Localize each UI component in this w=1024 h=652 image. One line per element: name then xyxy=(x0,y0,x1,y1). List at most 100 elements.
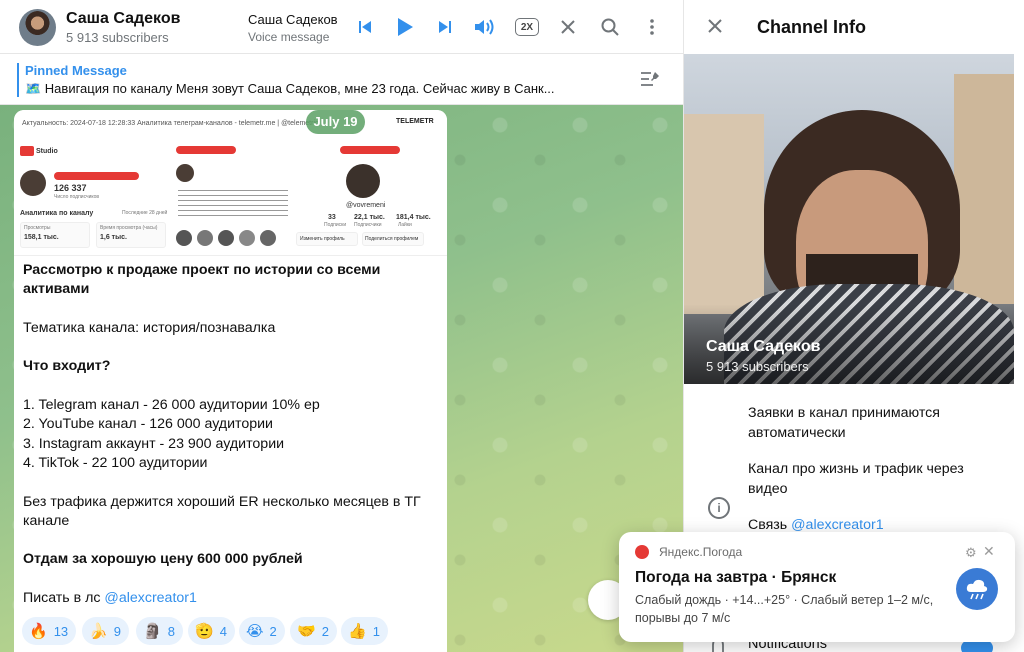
reaction-chip[interactable]: 🔥 13 xyxy=(22,617,77,645)
close-icon[interactable] xyxy=(708,19,722,38)
chat-title[interactable]: Саша Садеков xyxy=(66,10,180,28)
volume-icon[interactable] xyxy=(472,14,498,40)
studio-label: Studio xyxy=(36,148,58,155)
channel-description: Заявки в канал принимаются автоматически… xyxy=(748,404,1003,536)
instagram-highlights xyxy=(176,230,286,246)
tiktok-handle: @vovremeni xyxy=(346,202,386,209)
pinned-list-icon[interactable] xyxy=(640,70,660,93)
youtube-subs-caption: Число подписчиков xyxy=(54,194,100,200)
reaction-emoji: 🍌 xyxy=(89,622,108,640)
tiktok-avatar xyxy=(346,164,380,198)
tiktok-stat-following-label: Подписки xyxy=(324,222,347,228)
post-list-item: 2. YouTube канал - 126 000 аудитории xyxy=(23,416,273,433)
reaction-count: 13 xyxy=(53,623,69,639)
reaction-chip[interactable]: 😭 2 xyxy=(239,617,285,645)
channel-photo[interactable]: Саша Садеков 5 913 subscribers xyxy=(684,54,1014,384)
post-paragraph: Без трафика держится хороший ER нескольк… xyxy=(23,493,421,529)
tiktok-edit-profile-label: Изменить профиль xyxy=(300,236,345,242)
post-paragraph: Тематика канала: история/познавалка xyxy=(23,319,276,336)
instagram-avatar xyxy=(176,164,194,182)
play-icon[interactable] xyxy=(392,14,418,40)
reaction-count: 9 xyxy=(113,623,121,639)
notification-title: Погода на завтра · Брянск xyxy=(635,569,837,586)
post-paragraph: Отдам за хорошую цену 600 000 рублей xyxy=(23,551,303,568)
instagram-bio xyxy=(178,190,288,216)
player-title[interactable]: Саша Садеков xyxy=(248,12,338,27)
player-subtitle: Voice message xyxy=(248,30,330,44)
reaction-chip[interactable]: 👍 1 xyxy=(341,617,388,645)
building xyxy=(954,74,1014,304)
watch-label: Время просмотра (часы) xyxy=(100,225,158,231)
reaction-emoji: 🫡 xyxy=(195,622,214,640)
tiktok-stat-followers: 22,1 тыс. xyxy=(354,214,385,221)
search-icon[interactable] xyxy=(597,14,623,40)
reaction-emoji: 👍 xyxy=(348,622,367,640)
close-icon[interactable] xyxy=(555,14,581,40)
skip-previous-icon[interactable] xyxy=(352,14,378,40)
close-icon[interactable]: ✕ xyxy=(983,543,995,560)
gear-icon[interactable]: ⚙ xyxy=(965,545,977,561)
yandex-weather-logo-icon xyxy=(635,545,649,559)
post-paragraph: Рассмотрю к продаже проект по истории со… xyxy=(23,262,381,298)
post-paragraph: Что входит? xyxy=(23,358,111,375)
tiktok-stat-likes-label: Лайки xyxy=(398,222,412,228)
contact-prefix: Писать в лс xyxy=(23,590,105,607)
pinned-indicator xyxy=(17,63,19,97)
chat-subscribers: 5 913 subscribers xyxy=(66,30,169,45)
analytics-label: Аналитика по каналу xyxy=(20,210,94,217)
analytics-period: Последние 28 дней xyxy=(122,210,168,216)
tiktok-stat-likes: 181,4 тыс. xyxy=(396,214,431,221)
post-image[interactable]: Актуальность: 2024-07-18 12:28:33 Аналит… xyxy=(14,110,447,256)
channel-name: Саша Садеков xyxy=(706,338,821,355)
telemetr-logo: TELEMETR xyxy=(396,118,434,125)
watch-value: 1,6 тыс. xyxy=(100,234,127,241)
reaction-chip[interactable]: 🗿 8 xyxy=(136,617,183,645)
reaction-count: 2 xyxy=(269,623,277,639)
reaction-chip[interactable]: 🫡 4 xyxy=(188,617,235,645)
panel-title: Channel Info xyxy=(757,17,866,37)
reaction-count: 4 xyxy=(219,623,227,639)
contact-prefix: Связь xyxy=(748,517,792,533)
channel-subscribers: 5 913 subscribers xyxy=(706,359,809,374)
reaction-emoji: 🗿 xyxy=(143,622,162,640)
tiktok-stat-followers-label: Подписчики xyxy=(354,222,382,228)
tiktok-stat-following: 33 xyxy=(328,214,336,221)
reaction-chip[interactable]: 🍌 9 xyxy=(82,617,129,645)
description-line: Заявки в канал принимаются автоматически xyxy=(748,405,940,441)
info-icon: i xyxy=(708,497,730,519)
pinned-title: Pinned Message xyxy=(25,63,127,78)
youtube-avatar xyxy=(20,170,46,196)
image-topline: Актуальность: 2024-07-18 12:28:33 Аналит… xyxy=(22,120,319,127)
post-contact-line: Писать в лс @alexcreator1 xyxy=(23,589,438,608)
reaction-emoji: 😭 xyxy=(246,622,264,640)
avatar[interactable] xyxy=(19,9,56,46)
pinned-message-bar[interactable]: Pinned Message 🗺️ Навигация по каналу Ме… xyxy=(0,55,683,105)
reaction-emoji: 🔥 xyxy=(29,622,48,640)
post-text: Рассмотрю к продаже проект по истории со… xyxy=(23,261,438,608)
post-list-item: 3. Instagram аккаунт - 23 900 аудитории xyxy=(23,435,285,452)
notification-source: Яндекс.Погода xyxy=(659,545,743,559)
reaction-chip[interactable]: 🤝 2 xyxy=(290,617,337,645)
contact-link[interactable]: @alexcreator1 xyxy=(104,590,196,606)
building xyxy=(684,114,764,314)
post-list-item: 1. Telegram канал - 26 000 аудитории 10%… xyxy=(23,397,320,414)
weather-notification[interactable]: Яндекс.Погода ⚙ ✕ Погода на завтра · Бря… xyxy=(619,532,1015,642)
channel-post[interactable]: Актуальность: 2024-07-18 12:28:33 Аналит… xyxy=(14,110,447,652)
contact-link[interactable]: @alexcreator1 xyxy=(791,517,883,533)
redacted-mark xyxy=(340,146,400,154)
telegram-window: Саша Садеков 5 913 subscribers Саша Саде… xyxy=(0,0,1024,652)
redacted-mark xyxy=(176,146,236,154)
youtube-subs-count: 126 337 xyxy=(54,183,87,193)
views-value: 158,1 тыс. xyxy=(24,234,59,241)
skip-next-icon[interactable] xyxy=(432,14,458,40)
reaction-count: 2 xyxy=(321,623,329,639)
date-pill: July 19 xyxy=(306,110,365,134)
playback-speed-button[interactable]: 2X xyxy=(515,18,539,36)
post-list-item: 4. TikTok - 22 100 аудитории xyxy=(23,454,208,471)
reaction-emoji: 🤝 xyxy=(297,622,316,640)
more-vertical-icon[interactable] xyxy=(639,14,665,40)
tiktok-share-profile-label: Поделиться профилем xyxy=(365,236,419,242)
chat-header: Саша Садеков 5 913 subscribers Саша Саде… xyxy=(0,0,683,54)
pinned-text: 🗺️ Навигация по каналу Меня зовут Саша С… xyxy=(25,81,555,96)
rain-cloud-icon xyxy=(956,568,998,610)
